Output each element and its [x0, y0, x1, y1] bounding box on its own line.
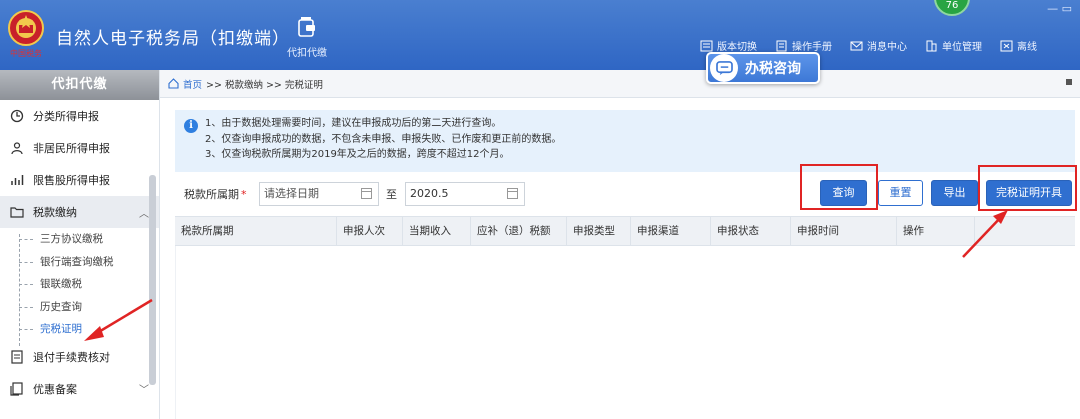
pie-clock-icon	[10, 109, 24, 123]
offline-icon	[1000, 40, 1013, 51]
manual-label: 操作手册	[792, 42, 832, 53]
version-switch-label: 版本切换	[717, 42, 757, 53]
column-header: 申报人次	[337, 217, 403, 245]
info-icon: i	[184, 119, 198, 133]
offline-link[interactable]: 离线	[1000, 38, 1037, 53]
table-header: 税款所属期 申报人次 当期收入 应补（退）税额 申报类型 申报渠道 申报状态 申…	[175, 216, 1075, 246]
column-header: 操作	[897, 217, 975, 245]
tax-emblem-logo: 中国税务	[8, 10, 44, 58]
sidebar-scrollbar[interactable]	[149, 175, 156, 385]
sidebar-item-classified-income[interactable]: 分类所得申报	[0, 100, 159, 132]
sidebar: 代扣代缴 分类所得申报 非居民所得申报 限售股所得申报 税款缴纳 ︿ 三方协议缴…	[0, 70, 160, 419]
sidebar-item-label: 非居民所得申报	[33, 142, 110, 155]
notification-badge[interactable]: 76	[934, 0, 970, 16]
top-links: 版本切换 操作手册 消息中心 单位管理 离线	[700, 38, 1037, 53]
home-icon	[168, 78, 179, 89]
svg-text:中国税务: 中国税务	[10, 48, 42, 58]
sidebar-item-nonresident[interactable]: 非居民所得申报	[0, 132, 159, 164]
required-mark: *	[241, 188, 247, 201]
chevron-up-icon: ︿	[139, 208, 149, 220]
doc-copy-icon	[10, 381, 23, 396]
offline-label: 离线	[1017, 42, 1037, 53]
unit-manage-label: 单位管理	[942, 42, 982, 53]
sidebar-subitem-tripartite[interactable]: 三方协议缴税	[0, 228, 159, 251]
calendar-icon[interactable]	[361, 188, 372, 199]
tax-period-label: 税款所属期 *	[184, 186, 247, 202]
bar-chart-icon	[11, 175, 24, 185]
breadcrumb-home-link[interactable]: 首页	[183, 77, 202, 91]
app-title: 自然人电子税务局（扣缴端）	[56, 29, 290, 49]
window-controls[interactable]: — ▭	[1047, 2, 1072, 15]
breadcrumb-path: >> 税款缴纳 >> 完税证明	[206, 79, 323, 91]
notice-line: 3、仅查询税款所属期为2019年及之后的数据，跨度不超过12个月。	[205, 149, 510, 160]
doc-icon	[11, 349, 23, 364]
reset-button[interactable]: 重置	[878, 180, 923, 206]
column-header: 应补（退）税额	[471, 217, 567, 245]
table-body	[175, 246, 1075, 419]
person-icon	[11, 142, 23, 155]
sidebar-title: 代扣代缴	[0, 70, 159, 100]
column-header: 申报状态	[711, 217, 791, 245]
sidebar-item-preferential-filing[interactable]: 优惠备案 ﹀	[0, 373, 159, 405]
app-header: 中国税务 自然人电子税务局（扣缴端） 代扣代缴 76 — ▭ 版本切换 操作手册…	[0, 0, 1080, 70]
annotation-box-query	[800, 164, 878, 210]
sidebar-item-refund-fee-check[interactable]: 退付手续费核对	[0, 341, 159, 373]
column-header: 申报渠道	[631, 217, 711, 245]
column-header-spacer	[975, 217, 1075, 245]
folder-icon	[10, 207, 24, 218]
notice-line: 2、仅查询申报成功的数据，不包含未申报、申报失败、已作废和更正前的数据。	[205, 133, 562, 145]
sidebar-subitem-unionpay[interactable]: 银联缴税	[0, 273, 159, 296]
chevron-down-icon: ﹀	[139, 385, 149, 396]
column-header: 税款所属期	[175, 217, 337, 245]
notice-line: 1、由于数据处理需要时间，建议在申报成功后的第二天进行查询。	[205, 118, 502, 129]
sidebar-item-tax-payment[interactable]: 税款缴纳 ︿	[0, 196, 159, 228]
sidebar-subitem-bank-query[interactable]: 银行端查询缴税	[0, 251, 159, 274]
unit-manage-link[interactable]: 单位管理	[925, 38, 982, 53]
sidebar-item-label: 退付手续费核对	[33, 350, 110, 364]
building-icon	[926, 40, 937, 51]
message-center-link[interactable]: 消息中心	[850, 38, 907, 53]
sidebar-item-label: 限售股所得申报	[33, 174, 110, 187]
annotation-box-certificate	[978, 165, 1077, 211]
calendar-icon[interactable]	[507, 188, 518, 199]
column-header: 申报时间	[791, 217, 897, 245]
message-center-label: 消息中心	[867, 42, 907, 53]
breadcrumb: 首页 >> 税款缴纳 >> 完税证明	[160, 70, 1080, 98]
start-date-placeholder: 请选择日期	[264, 187, 319, 200]
tax-period-label-text: 税款所属期	[184, 188, 239, 201]
manual-link[interactable]: 操作手册	[775, 38, 832, 53]
end-date-value: 2020.5	[410, 187, 449, 200]
chat-icon	[710, 54, 738, 82]
sidebar-subitem-history[interactable]: 历史查询	[0, 296, 159, 319]
manual-icon	[776, 40, 787, 51]
notice-panel: i 1、由于数据处理需要时间，建议在申报成功后的第二天进行查询。 2、仅查询申报…	[175, 110, 1075, 172]
start-date-input[interactable]: 请选择日期	[259, 182, 379, 206]
sidebar-item-label: 税款缴纳	[33, 206, 77, 219]
collapse-icon[interactable]	[1066, 79, 1072, 85]
end-date-input[interactable]: 2020.5	[405, 182, 525, 206]
sidebar-subitem-tax-certificate[interactable]: 完税证明	[0, 318, 159, 341]
tax-consult-label: 办税咨询	[745, 61, 801, 77]
column-header: 申报类型	[567, 217, 631, 245]
export-button[interactable]: 导出	[931, 180, 978, 206]
date-range-separator: 至	[386, 188, 397, 201]
wallet-icon	[298, 17, 315, 37]
column-header: 当期收入	[403, 217, 471, 245]
sidebar-item-restricted-stock[interactable]: 限售股所得申报	[0, 164, 159, 196]
version-switch-link[interactable]: 版本切换	[700, 38, 757, 53]
sidebar-item-label: 优惠备案	[33, 382, 77, 396]
mail-icon	[850, 41, 863, 50]
tax-consult-button[interactable]: 办税咨询	[706, 52, 820, 84]
sidebar-item-label: 分类所得申报	[33, 110, 99, 123]
module-tab-label: 代扣代缴	[287, 48, 327, 59]
switch-icon	[700, 40, 713, 51]
module-tab-withholding[interactable]: 代扣代缴	[282, 16, 332, 59]
